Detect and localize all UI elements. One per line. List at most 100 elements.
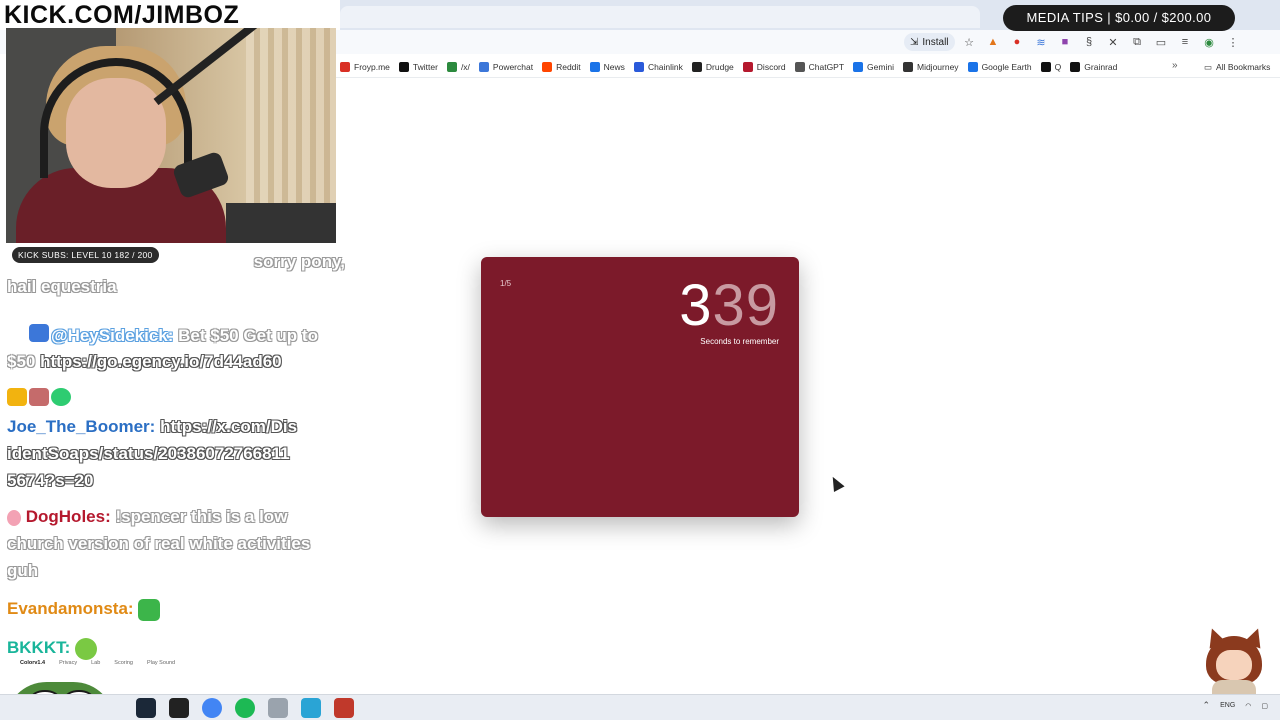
bookmark-label: /x/	[460, 62, 470, 72]
memory-number: 339	[679, 271, 779, 341]
bookmark-label: Grainrad	[1084, 62, 1118, 72]
webcam-feed	[6, 28, 336, 243]
bookmark-favicon-icon	[542, 62, 553, 72]
bookmark-favicon-icon	[902, 62, 913, 72]
footer-link[interactable]: Play Sound	[147, 660, 175, 666]
bookmark-label: Q	[1054, 62, 1062, 72]
memory-card: 1/5 339 Seconds to remember	[481, 257, 799, 517]
level-counter: 1/5	[500, 279, 512, 288]
emote-icon	[75, 637, 98, 660]
extension-wave-icon[interactable]: ≋	[1032, 33, 1050, 51]
folder-icon: ▭	[1204, 61, 1213, 72]
bookmark-item[interactable]: /x/	[446, 62, 470, 72]
chat-link[interactable]: https://x.com/Dis	[160, 417, 297, 436]
memory-number-revealed: 3	[679, 273, 713, 338]
all-bookmarks-button[interactable]: ▭ All Bookmarks	[1204, 56, 1270, 78]
bookmark-item[interactable]: ChatGPT	[794, 62, 845, 72]
chat-message: $50 https://go.egency.io/7d44ad60	[7, 352, 282, 371]
taskbar-apps	[136, 698, 354, 718]
bookmark-favicon-icon	[794, 62, 805, 72]
bookmark-favicon-icon	[589, 62, 600, 72]
chat-link[interactable]: https://go.egency.io/7d44ad60	[40, 352, 282, 371]
game-footer: Colorv1.4 Privacy Lab Scoring Play Sound	[20, 660, 176, 666]
terminal-icon[interactable]	[169, 698, 189, 718]
bookmark-label: Powerchat	[492, 62, 534, 72]
bookmarks-bar: Froyp.me Twitter/x/Powerchat Reddit News Cha…	[336, 56, 1280, 78]
bookmark-list: Froyp.me Twitter/x/Powerchat Reddit News Cha…	[340, 56, 1117, 78]
bot-badge-icon	[29, 388, 49, 406]
chat-link[interactable]: 5674?s=20	[7, 467, 357, 494]
bookmark-item[interactable]: Grainrad	[1070, 62, 1117, 72]
menu-kebab-icon[interactable]: ⋮	[1224, 33, 1242, 51]
bookmark-label: Google Earth	[981, 62, 1032, 72]
bookmark-item[interactable]: Powerchat	[478, 62, 534, 72]
bookmark-label: Reddit	[556, 62, 581, 72]
bookmark-label: ChatGPT	[808, 62, 845, 72]
telegram-icon[interactable]	[301, 698, 321, 718]
footer-link[interactable]: Privacy	[59, 660, 77, 666]
bookmark-item[interactable]: Q	[1040, 62, 1062, 72]
bookmark-item[interactable]: Midjourney	[902, 62, 959, 72]
bookmark-star-icon[interactable]: ☆	[960, 33, 978, 51]
x-extension-icon[interactable]: ✕	[1104, 33, 1122, 51]
bookmark-favicon-icon	[691, 62, 702, 72]
install-icon: ⇲	[910, 36, 919, 48]
media-tips-counter: MEDIA TIPS | $0.00 / $200.00	[1003, 5, 1235, 31]
extension-red-icon[interactable]: ●	[1008, 33, 1026, 51]
mouse-cursor-icon	[827, 474, 845, 492]
chat-message: DogHoles: !spencer this is a low	[7, 503, 357, 530]
bookmark-item[interactable]: Discord	[742, 62, 786, 72]
crown-badge-icon	[7, 388, 27, 406]
chat-overlay: sorry pony, hail equestria @HeySidekick:…	[7, 248, 357, 678]
bookmarks-overflow-icon[interactable]: »	[1172, 60, 1178, 71]
bookmark-item[interactable]: Drudge	[691, 62, 734, 72]
bookmark-item[interactable]: Froyp.me	[340, 62, 390, 72]
bookmark-favicon-icon	[633, 62, 644, 72]
files-icon[interactable]	[268, 698, 288, 718]
bookmark-favicon-icon	[853, 62, 864, 72]
bookmark-favicon-icon	[478, 62, 489, 72]
chat-message: @HeySidekick: Bet $50 Get up to	[51, 326, 318, 345]
steam-icon[interactable]	[136, 698, 156, 718]
bookmark-label: News	[603, 62, 625, 72]
install-button[interactable]: ⇲ Install	[904, 33, 955, 51]
bookmark-item[interactable]: Google Earth	[967, 62, 1032, 72]
bookmark-label: Froyp.me	[354, 62, 390, 72]
timer-caption: Seconds to remember	[700, 337, 779, 346]
memory-number-faded: 39	[712, 273, 779, 338]
bookmark-label: Chainlink	[647, 62, 683, 72]
profile-avatar-icon[interactable]: ◉	[1200, 33, 1218, 51]
bookmark-favicon-icon	[1040, 62, 1051, 72]
footer-link[interactable]: Lab	[91, 660, 100, 666]
bookmark-item[interactable]: Reddit	[542, 62, 581, 72]
footer-link[interactable]: Scoring	[114, 660, 133, 666]
tray-overflow-icon[interactable]: ⌃	[1203, 700, 1211, 711]
bookmark-item[interactable]: News	[589, 62, 625, 72]
bookmark-label: Drudge	[705, 62, 734, 72]
extension-s-icon[interactable]: §	[1080, 33, 1098, 51]
dog-avatar-icon	[7, 509, 21, 526]
red-app-icon[interactable]	[334, 698, 354, 718]
bookmark-favicon-icon	[1070, 62, 1081, 72]
screen-icon[interactable]: ▭	[1152, 33, 1170, 51]
chrome-icon[interactable]	[202, 698, 222, 718]
spotify-icon[interactable]	[235, 698, 255, 718]
language-indicator[interactable]: ENG	[1220, 702, 1235, 709]
bookmark-item[interactable]: Twitter	[398, 62, 438, 72]
bookmark-favicon-icon	[742, 62, 753, 72]
browser-tab[interactable]	[340, 6, 980, 28]
bookmark-favicon-icon	[398, 62, 409, 72]
bookmark-item[interactable]: Chainlink	[633, 62, 683, 72]
chat-message: hail equestria	[7, 277, 117, 296]
wifi-icon[interactable]: ◠	[1245, 702, 1251, 710]
metamask-extension-icon[interactable]: ▲	[984, 33, 1002, 51]
extension-icons: ☆ ▲ ● ≋ ■ § ✕ ⧉ ▭ ≡ ◉ ⋮	[960, 33, 1242, 51]
chat-link[interactable]: identSoaps/status/20386072766811	[7, 440, 357, 467]
media-control-icon[interactable]: ≡	[1176, 33, 1194, 51]
system-tray: ⌃ ENG ◠ ▢	[1203, 700, 1268, 711]
chat-message: Joe_The_Boomer: https://x.com/Dis	[7, 417, 298, 436]
extension-purple-icon[interactable]: ■	[1056, 33, 1074, 51]
puzzle-extensions-icon[interactable]: ⧉	[1128, 33, 1146, 51]
notification-icon[interactable]: ▢	[1261, 702, 1268, 710]
bookmark-item[interactable]: Gemini	[853, 62, 894, 72]
